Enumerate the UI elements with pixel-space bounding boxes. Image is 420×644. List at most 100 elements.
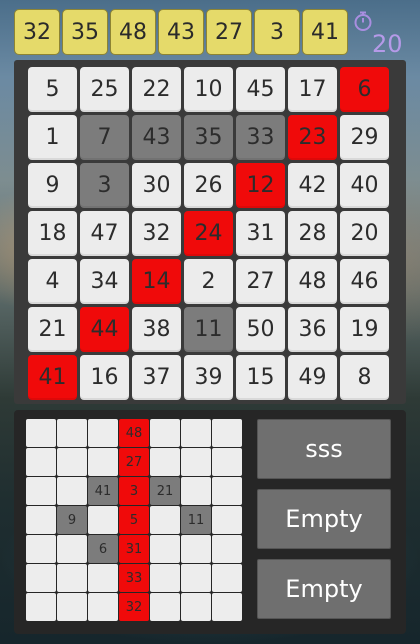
preview-cell [26,477,56,505]
board-cell[interactable]: 4 [28,259,77,304]
board-cell[interactable]: 21 [28,307,77,352]
board-cell[interactable]: 50 [236,307,285,352]
board-cell[interactable]: 10 [184,67,233,112]
preview-cell [26,448,56,476]
preview-cell [57,419,87,447]
drawn-numbers-row: 32 35 48 43 27 3 41 [14,9,350,55]
board-cell[interactable]: 23 [288,115,337,160]
bingo-board: 5 25 22 10 45 17 6 1 7 43 35 33 23 29 9 3 30 26 12 42 40 18 47… [14,60,406,404]
preview-cell [88,419,118,447]
board-cell[interactable]: 18 [28,211,77,256]
preview-cell [181,535,211,563]
board-cell[interactable]: 30 [132,163,181,208]
preview-cell: 6 [88,535,118,563]
preview-cell [26,535,56,563]
drawn-number-chip: 41 [302,9,348,55]
board-cell[interactable]: 40 [340,163,389,208]
board-cell[interactable]: 14 [132,259,181,304]
preview-cell [88,593,118,621]
preview-cell: 31 [119,535,149,563]
save-slot-3-button[interactable]: Empty [257,559,391,619]
timer-value: 20 [372,30,403,58]
preview-cell [181,593,211,621]
preview-cell [212,419,242,447]
board-cell[interactable]: 5 [28,67,77,112]
drawn-number-chip: 3 [254,9,300,55]
preview-cell [181,419,211,447]
bottom-panel: 48 27 41 3 21 9 5 11 6 31 33 32 sss Empty Empty [14,410,406,634]
preview-cell [212,448,242,476]
preview-cell [57,477,87,505]
board-cell[interactable]: 15 [236,355,285,400]
board-cell[interactable]: 29 [340,115,389,160]
preview-cell: 33 [119,564,149,592]
preview-cell [212,593,242,621]
board-cell[interactable]: 35 [184,115,233,160]
board-cell[interactable]: 31 [236,211,285,256]
preview-cell [212,477,242,505]
preview-cell [150,419,180,447]
board-cell[interactable]: 46 [340,259,389,304]
board-cell[interactable]: 42 [288,163,337,208]
preview-cell [150,448,180,476]
board-cell[interactable]: 22 [132,67,181,112]
timer-icon [354,11,372,31]
preview-cell: 11 [181,506,211,534]
board-cell[interactable]: 3 [80,163,129,208]
preview-cell [26,593,56,621]
board-cell[interactable]: 26 [184,163,233,208]
save-slot-1-button[interactable]: sss [257,419,391,479]
drawn-number-chip: 43 [158,9,204,55]
preview-cell [26,506,56,534]
board-cell[interactable]: 45 [236,67,285,112]
save-slot-2-button[interactable]: Empty [257,489,391,549]
preview-cell [26,564,56,592]
preview-cell [181,448,211,476]
board-cell[interactable]: 48 [288,259,337,304]
board-cell[interactable]: 20 [340,211,389,256]
preview-cell: 3 [119,477,149,505]
preview-cell [150,535,180,563]
board-cell[interactable]: 37 [132,355,181,400]
board-cell[interactable]: 1 [28,115,77,160]
board-cell[interactable]: 25 [80,67,129,112]
drawn-number-chip: 32 [14,9,60,55]
board-cell[interactable]: 34 [80,259,129,304]
board-cell[interactable]: 43 [132,115,181,160]
board-cell[interactable]: 38 [132,307,181,352]
board-cell[interactable]: 49 [288,355,337,400]
board-cell[interactable]: 47 [80,211,129,256]
board-cell[interactable]: 16 [80,355,129,400]
board-cell[interactable]: 41 [28,355,77,400]
board-cell[interactable]: 33 [236,115,285,160]
preview-cell [150,593,180,621]
preview-cell [57,535,87,563]
board-cell[interactable]: 11 [184,307,233,352]
preview-cell: 27 [119,448,149,476]
board-cell[interactable]: 24 [184,211,233,256]
preview-cell [212,535,242,563]
board-cell[interactable]: 32 [132,211,181,256]
board-cell[interactable]: 9 [28,163,77,208]
board-cell[interactable]: 39 [184,355,233,400]
preview-cell [88,506,118,534]
preview-cell: 32 [119,593,149,621]
board-cell[interactable]: 36 [288,307,337,352]
board-cell[interactable]: 27 [236,259,285,304]
preview-cell: 5 [119,506,149,534]
board-cell[interactable]: 12 [236,163,285,208]
pattern-preview-grid: 48 27 41 3 21 9 5 11 6 31 33 32 [26,419,244,629]
preview-cell [150,506,180,534]
board-cell[interactable]: 28 [288,211,337,256]
preview-cell [57,564,87,592]
board-cell[interactable]: 44 [80,307,129,352]
board-cell[interactable]: 17 [288,67,337,112]
board-cell[interactable]: 8 [340,355,389,400]
preview-cell [212,564,242,592]
preview-cell [26,419,56,447]
board-cell[interactable]: 6 [340,67,389,112]
board-cell[interactable]: 2 [184,259,233,304]
board-cell[interactable]: 19 [340,307,389,352]
board-cell[interactable]: 7 [80,115,129,160]
preview-cell [57,593,87,621]
